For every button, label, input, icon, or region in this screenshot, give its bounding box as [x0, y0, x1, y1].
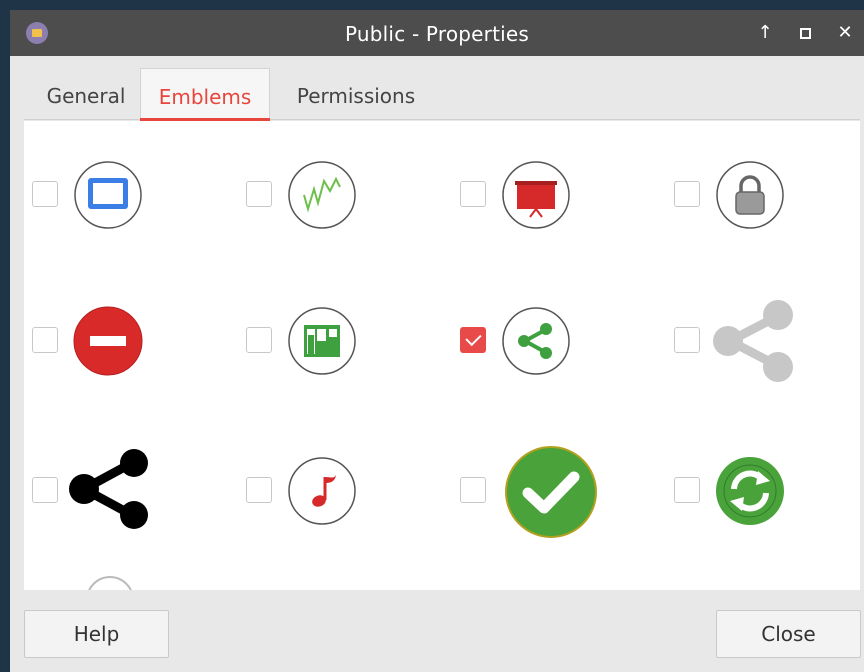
- share-gray-icon: [708, 297, 796, 385]
- share-black-icon: [64, 445, 152, 533]
- help-button[interactable]: Help: [24, 610, 169, 658]
- close-icon: ✕: [837, 22, 853, 43]
- share-green-icon: [500, 305, 572, 377]
- emblem-item: [246, 155, 426, 235]
- music-note-icon: [286, 455, 358, 527]
- bar-chart-icon: [286, 305, 358, 377]
- emblem-item: [32, 301, 212, 381]
- emblem-checkbox[interactable]: [32, 327, 58, 353]
- dialog-footer: Help Close: [10, 590, 864, 672]
- emblem-item: [460, 155, 640, 235]
- close-button[interactable]: Close: [716, 610, 861, 658]
- emblem-checkbox[interactable]: [32, 181, 58, 207]
- window-title: Public - Properties: [345, 22, 529, 46]
- emblem-checkbox[interactable]: [246, 181, 272, 207]
- computer-icon: [72, 159, 144, 231]
- sync-icon: [714, 455, 786, 527]
- emblem-checkbox[interactable]: [246, 477, 272, 503]
- emblem-item: [674, 300, 854, 382]
- emblem-item: [246, 451, 426, 531]
- no-entry-icon: [72, 305, 144, 377]
- tab-general[interactable]: General: [30, 68, 142, 120]
- presentation-icon: [500, 159, 572, 231]
- emblem-item: [674, 451, 854, 531]
- checkmark-icon: [504, 445, 598, 539]
- emblem-item: [460, 446, 640, 538]
- title-bar[interactable]: Public - Properties ↑ ✕: [10, 10, 864, 56]
- emblem-checkbox[interactable]: [246, 327, 272, 353]
- emblems-panel[interactable]: [24, 121, 860, 590]
- emblem-checkbox[interactable]: [674, 477, 700, 503]
- emblem-checkbox[interactable]: [460, 181, 486, 207]
- arrow-up-icon: ↑: [757, 22, 773, 43]
- tab-permissions[interactable]: Permissions: [286, 68, 426, 120]
- lock-icon: [714, 159, 786, 231]
- keep-above-button[interactable]: ↑: [752, 20, 778, 46]
- graph-line-icon: [286, 159, 358, 231]
- emblem-item: [32, 155, 212, 235]
- maximize-icon: [799, 28, 811, 39]
- emblem-checkbox[interactable]: [674, 327, 700, 353]
- tab-emblems[interactable]: Emblems: [140, 68, 270, 121]
- emblem-partial-icon: [86, 576, 134, 590]
- emblem-item: [674, 155, 854, 235]
- close-window-button[interactable]: ✕: [832, 20, 858, 46]
- emblem-item: [246, 301, 426, 381]
- emblem-item: [460, 301, 640, 381]
- emblem-checkbox[interactable]: [32, 477, 58, 503]
- emblem-checkbox-checked[interactable]: [460, 327, 486, 353]
- tab-bar: General Emblems Permissions: [24, 68, 860, 121]
- emblem-item: [32, 449, 212, 531]
- maximize-button[interactable]: [792, 20, 818, 46]
- properties-window: Public - Properties ↑ ✕ General Emblems …: [10, 10, 864, 672]
- emblem-checkbox[interactable]: [460, 477, 486, 503]
- emblem-checkbox[interactable]: [674, 181, 700, 207]
